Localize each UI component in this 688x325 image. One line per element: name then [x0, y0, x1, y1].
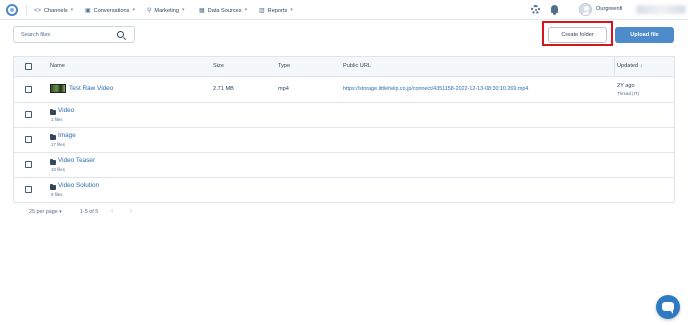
row-checkbox[interactable]	[25, 161, 32, 168]
nav-item-channels[interactable]: <> Channels ▾	[34, 6, 73, 15]
code-icon: <>	[34, 7, 42, 14]
table-row-file[interactable]: Test Raw Video 2.71 MB mp4 https://stora…	[14, 77, 674, 103]
column-header-updated[interactable]: Updated ↓	[617, 63, 643, 69]
table-row-folder[interactable]: Video 1 files	[14, 103, 674, 128]
folder-name-link[interactable]: Video Solution	[58, 182, 99, 189]
column-header-label: Updated	[617, 63, 639, 69]
row-checkbox[interactable]	[25, 86, 32, 93]
per-page-label: 25 per page	[29, 209, 58, 215]
chat-launcher-button[interactable]	[656, 295, 680, 319]
search-box	[13, 26, 135, 43]
broadcast-icon: ⚲	[147, 7, 152, 14]
folder-name-link[interactable]: Image	[58, 132, 76, 139]
bar-chart-icon: ▥	[259, 7, 265, 14]
nav-item-reports[interactable]: ▥ Reports ▾	[259, 6, 293, 15]
gear-icon[interactable]	[531, 5, 540, 14]
public-url-link[interactable]: https://storage.littlehelp.co.jp/connect…	[343, 86, 528, 92]
folder-icon	[50, 134, 56, 140]
nav-item-label: Data Sources	[207, 7, 242, 14]
file-name-link[interactable]: Test Raw Video	[69, 85, 113, 92]
bell-icon[interactable]	[551, 5, 558, 15]
table-row-folder[interactable]: Image 17 files	[14, 128, 674, 153]
grid-icon: ▦	[199, 7, 205, 14]
avatar[interactable]	[579, 3, 592, 16]
files-table: Name Size Type Public URL Updated ↓ Test…	[13, 56, 675, 203]
logo-icon[interactable]	[6, 4, 18, 16]
chevron-down-icon: ▾	[132, 7, 135, 13]
folder-file-count: 9 files	[51, 192, 63, 197]
nav-item-conversations[interactable]: ▣ Conversations ▾	[85, 6, 135, 15]
folder-icon	[50, 159, 56, 165]
video-thumbnail	[50, 84, 66, 93]
sort-arrow-icon: ↓	[639, 63, 643, 69]
page-range: 1-5 of 5	[80, 209, 99, 215]
chevron-down-icon: ▾	[70, 7, 74, 13]
chat-bubble-icon	[662, 302, 674, 314]
chevron-down-icon: ▾	[244, 7, 248, 13]
create-folder-button[interactable]: Create folder	[548, 27, 607, 43]
per-page-select[interactable]: 25 per page ▾	[29, 209, 62, 215]
nav-item-label: Conversations	[93, 7, 130, 14]
next-page-icon[interactable]: ›	[130, 208, 132, 215]
upload-file-button[interactable]: Upload file	[615, 27, 674, 43]
folder-name-link[interactable]: Video	[58, 107, 74, 114]
select-all-checkbox[interactable]	[25, 63, 32, 70]
column-header-public-url[interactable]: Public URL	[343, 63, 371, 69]
folder-icon	[50, 184, 56, 190]
search-input[interactable]	[14, 27, 134, 42]
folder-file-count: 10 files	[51, 167, 65, 172]
file-type: mp4	[278, 86, 289, 92]
caret-down-icon: ▾	[59, 209, 62, 215]
nav-item-label: Marketing	[154, 7, 179, 14]
row-checkbox[interactable]	[25, 186, 32, 193]
search-icon[interactable]	[117, 31, 124, 38]
column-header-type[interactable]: Type	[278, 63, 290, 69]
nav-item-data-sources[interactable]: ▦ Data Sources ▾	[199, 6, 247, 15]
user-name[interactable]: Ourgreenfi	[596, 6, 636, 12]
nav-divider	[26, 5, 27, 15]
folder-file-count: 17 files	[51, 142, 65, 147]
column-divider	[614, 57, 615, 77]
previous-page-icon[interactable]: ‹	[111, 208, 113, 215]
updated-time: 2Y ago	[617, 83, 635, 89]
column-header-name[interactable]: Name	[50, 63, 65, 69]
chevron-down-icon: ▾	[181, 7, 185, 13]
chevron-down-icon: ▾	[290, 7, 293, 13]
top-nav: <> Channels ▾ ▣ Conversations ▾ ⚲ Market…	[0, 0, 688, 20]
nav-item-label: Reports	[267, 7, 288, 14]
file-size: 2.71 MB	[213, 86, 234, 92]
inbox-icon: ▣	[85, 7, 91, 14]
row-checkbox[interactable]	[25, 111, 32, 118]
folder-name-link[interactable]: Video Teaser	[58, 157, 95, 164]
updated-by: Thread (IT)	[617, 91, 639, 96]
row-checkbox[interactable]	[25, 136, 32, 143]
folder-file-count: 1 files	[51, 117, 63, 122]
table-row-folder[interactable]: Video Teaser 10 files	[14, 153, 674, 178]
table-header: Name Size Type Public URL Updated ↓	[14, 57, 674, 77]
table-row-folder[interactable]: Video Solution 9 files	[14, 178, 674, 203]
redacted-user-detail	[636, 5, 686, 14]
nav-item-marketing[interactable]: ⚲ Marketing ▾	[147, 6, 184, 15]
folder-icon	[50, 109, 56, 115]
nav-item-label: Channels	[44, 7, 68, 14]
column-header-size[interactable]: Size	[213, 63, 224, 69]
